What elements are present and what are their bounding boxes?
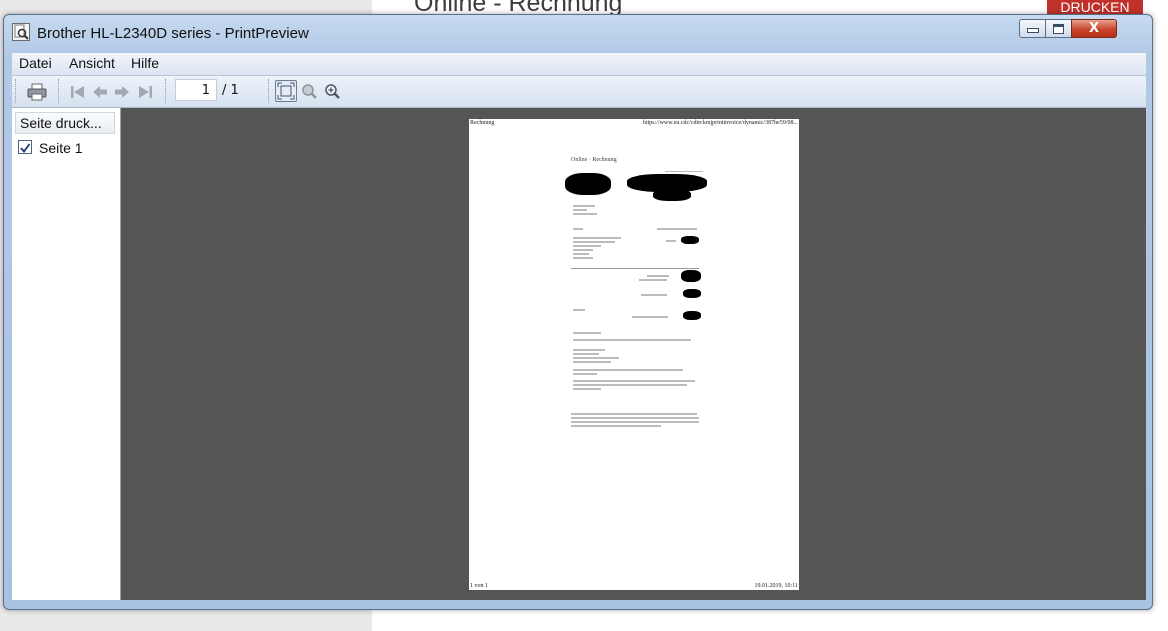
zoom-fit-icon — [277, 82, 295, 100]
text-line — [632, 316, 668, 318]
text-line — [573, 209, 587, 211]
page-1-checkbox[interactable] — [18, 140, 32, 154]
text-line — [573, 388, 601, 390]
text-line — [571, 425, 661, 427]
text-line — [571, 421, 699, 423]
text-line — [573, 373, 597, 375]
text-line — [666, 240, 676, 242]
redaction-mark — [683, 289, 701, 298]
redaction-mark — [681, 270, 701, 282]
text-line — [573, 309, 585, 311]
toolbar: 1 / 1 — [12, 76, 1146, 108]
close-button[interactable]: X — [1071, 19, 1117, 38]
page-preview: Rechnung https://www.eu.cdc/cdtrckmjprin… — [469, 119, 799, 590]
text-line — [573, 339, 691, 341]
printer-icon[interactable] — [26, 81, 48, 103]
redaction-mark — [681, 236, 699, 244]
redaction-mark — [683, 311, 701, 320]
text-line — [639, 279, 667, 281]
text-line — [573, 257, 593, 259]
toolbar-separator — [58, 79, 59, 103]
next-page-icon[interactable] — [111, 81, 133, 103]
previous-page-icon[interactable] — [89, 81, 111, 103]
page-footer-right: 19.01.2019, 10:11 — [754, 583, 798, 589]
minimize-icon — [1026, 28, 1039, 33]
page-1-label[interactable]: Seite 1 — [39, 140, 83, 156]
text-line — [573, 369, 683, 371]
page-footer-left: 1 von 1 — [470, 583, 488, 589]
document-title: Online · Rechnung — [571, 157, 617, 163]
text-line — [573, 332, 601, 334]
maximize-icon — [1053, 24, 1064, 34]
text-line — [571, 413, 697, 415]
toolbar-separator — [15, 79, 16, 103]
checkmark-icon — [20, 143, 31, 153]
text-line — [573, 213, 597, 215]
menu-ansicht[interactable]: Ansicht — [69, 55, 115, 71]
text-line — [641, 294, 667, 296]
text-line — [573, 353, 599, 355]
text-line — [571, 417, 699, 419]
text-line — [665, 171, 703, 172]
first-page-icon[interactable] — [67, 81, 89, 103]
maximize-button[interactable] — [1045, 19, 1072, 38]
text-line — [573, 361, 611, 363]
text-line — [573, 253, 589, 255]
text-line — [573, 205, 595, 207]
page-header-url: https://www.eu.cdc/cdtrckmjprintinvoice/… — [642, 120, 798, 126]
zoom-fit-button[interactable] — [275, 80, 297, 102]
close-icon: X — [1088, 21, 1100, 36]
menu-hilfe[interactable]: Hilfe — [131, 55, 159, 71]
divider-line — [571, 268, 699, 269]
menu-datei[interactable]: Datei — [19, 55, 52, 71]
text-line — [573, 357, 619, 359]
preview-area[interactable]: Rechnung https://www.eu.cdc/cdtrckmjprin… — [121, 108, 1146, 600]
text-line — [573, 384, 687, 386]
page-header-left: Rechnung — [470, 120, 495, 126]
background-print-button[interactable]: DRUCKEN — [1047, 0, 1143, 15]
text-line — [573, 228, 583, 230]
pages-panel: Seite druck... Seite 1 — [12, 108, 121, 600]
text-line — [573, 245, 601, 247]
text-line — [647, 275, 669, 277]
text-line — [573, 349, 605, 351]
toolbar-separator — [165, 79, 166, 103]
page-total-label: / 1 — [222, 83, 239, 98]
text-line — [573, 237, 621, 239]
redaction-mark — [565, 173, 611, 195]
text-line — [573, 380, 695, 382]
print-preview-app-icon — [12, 23, 30, 41]
zoom-in-icon[interactable] — [322, 81, 344, 103]
text-line — [657, 228, 697, 230]
print-pages-header[interactable]: Seite druck... — [15, 112, 115, 134]
window-title: Brother HL-L2340D series - PrintPreview — [37, 25, 309, 42]
text-line — [573, 249, 593, 251]
redaction-mark — [653, 189, 691, 201]
toolbar-separator — [268, 79, 269, 103]
page-number-input[interactable]: 1 — [175, 79, 217, 101]
last-page-icon[interactable] — [134, 81, 156, 103]
minimize-button[interactable] — [1019, 19, 1046, 38]
text-line — [573, 241, 615, 243]
menu-bar: Datei Ansicht Hilfe — [12, 53, 1146, 76]
title-bar[interactable]: Brother HL-L2340D series - PrintPreview … — [4, 15, 1152, 51]
zoom-out-icon[interactable] — [299, 81, 321, 103]
print-preview-window: Brother HL-L2340D series - PrintPreview … — [3, 14, 1153, 610]
